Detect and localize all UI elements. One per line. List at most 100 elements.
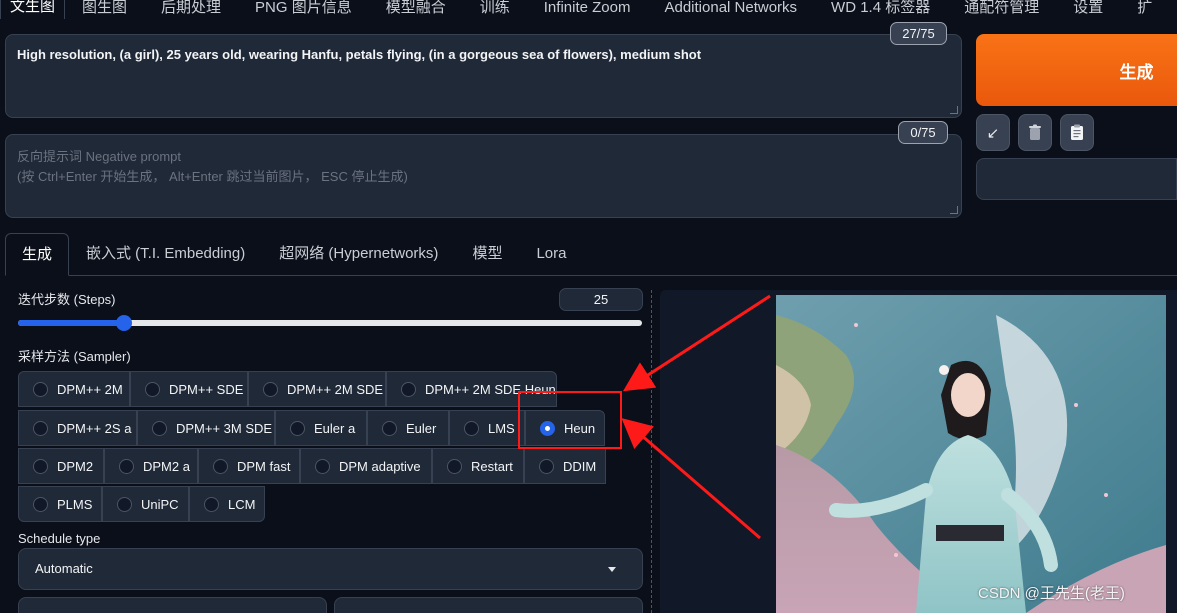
- tab-generation[interactable]: 生成: [5, 233, 70, 276]
- tab-train[interactable]: 训练: [463, 0, 527, 18]
- prompt-textarea[interactable]: High resolution, (a girl), 25 years old,…: [5, 34, 962, 118]
- sampler-option-label: DDIM: [563, 458, 597, 474]
- tab-settings[interactable]: 设置: [1056, 0, 1120, 18]
- radio-icon: [204, 496, 219, 512]
- sampler-option[interactable]: PLMS: [18, 486, 102, 522]
- sampler-option[interactable]: Restart: [432, 448, 524, 484]
- steps-slider[interactable]: [18, 315, 642, 331]
- steps-number-input[interactable]: 25: [559, 288, 643, 311]
- schedule-type-value: Automatic: [35, 561, 93, 576]
- tab-infinite-zoom[interactable]: Infinite Zoom: [527, 0, 648, 18]
- styles-dropdown[interactable]: [976, 158, 1177, 200]
- sampler-option-label: DPM2: [57, 458, 94, 474]
- tab-txt2img[interactable]: 文生图: [0, 0, 66, 19]
- tab-wd-tagger[interactable]: WD 1.4 标签器: [814, 0, 947, 18]
- sampler-option[interactable]: DDIM: [524, 448, 606, 484]
- sampler-option[interactable]: DPM fast: [198, 448, 300, 484]
- clipboard-icon: [1071, 124, 1083, 140]
- sampler-option[interactable]: DPM adaptive: [300, 448, 432, 484]
- apply-style-button[interactable]: ↙: [976, 114, 1010, 151]
- radio-icon: [117, 496, 132, 512]
- generated-image[interactable]: [776, 295, 1166, 613]
- sampler-option-label: DPM++ 2M: [57, 381, 123, 397]
- sampler-option[interactable]: DPM++ 2M SDE: [248, 371, 386, 407]
- steps-slider-thumb[interactable]: [116, 315, 133, 331]
- schedule-type-label: Schedule type: [18, 531, 101, 546]
- steps-slider-fill: [18, 320, 125, 326]
- sampler-option-label: DPM adaptive: [339, 458, 421, 474]
- sampler-option[interactable]: DPM2: [18, 448, 104, 484]
- negative-token-counter: 0/75: [898, 121, 948, 144]
- sampler-label: 采样方法 (Sampler): [18, 349, 131, 364]
- radio-icon: [263, 381, 278, 397]
- radio-icon: [539, 458, 554, 474]
- radio-icon: [401, 381, 416, 397]
- sampler-option[interactable]: LMS: [449, 410, 525, 446]
- sampler-option[interactable]: Euler a: [275, 410, 367, 446]
- sampler-option-label: DPM fast: [237, 458, 291, 474]
- radio-icon: [290, 420, 305, 436]
- radio-icon: [33, 458, 48, 474]
- generated-image-art: [776, 295, 1166, 613]
- radio-icon: [33, 496, 48, 512]
- tab-hypernetworks[interactable]: 超网络 (Hypernetworks): [262, 233, 455, 275]
- negative-placeholder-2: (按 Ctrl+Enter 开始生成， Alt+Enter 跳过当前图片， ES…: [17, 169, 408, 184]
- schedule-type-dropdown[interactable]: Automatic: [18, 548, 643, 590]
- tab-wildcards[interactable]: 通配符管理: [947, 0, 1056, 18]
- watermark: CSDN @王先生(老王): [978, 585, 1125, 602]
- sampler-option-label: LMS: [488, 420, 515, 436]
- sampler-option-label: LCM: [228, 496, 256, 512]
- paste-button[interactable]: [1060, 114, 1094, 151]
- radio-icon: [382, 420, 397, 436]
- resize-handle[interactable]: [950, 206, 958, 214]
- tab-additional-networks[interactable]: Additional Networks: [647, 0, 814, 18]
- sampler-option-label: Restart: [471, 458, 513, 474]
- sampler-option-label: Euler a: [314, 420, 356, 436]
- tab-textual-inversion[interactable]: 嵌入式 (T.I. Embedding): [69, 233, 262, 275]
- sampler-option[interactable]: DPM++ SDE: [130, 371, 248, 407]
- radio-icon: [213, 458, 228, 474]
- sampler-option-label: UniPC: [141, 496, 179, 512]
- arrow-down-left-icon: ↙: [986, 124, 1000, 142]
- resize-handle[interactable]: [950, 106, 958, 114]
- tab-extras[interactable]: 后期处理: [144, 0, 238, 18]
- sampler-option[interactable]: Euler: [367, 410, 449, 446]
- radio-icon: [119, 458, 134, 474]
- top-tab-bar: 文生图 图生图 后期处理 PNG 图片信息 模型融合 训练 Infinite Z…: [0, 0, 1177, 20]
- negative-placeholder-1: 反向提示词 Negative prompt: [17, 149, 181, 164]
- prompt-text: High resolution, (a girl), 25 years old,…: [17, 47, 702, 62]
- tab-img2img[interactable]: 图生图: [65, 0, 144, 18]
- sampler-option-label: Euler: [406, 420, 437, 436]
- sampler-option-label: DPM++ SDE: [169, 381, 244, 397]
- negative-prompt-textarea[interactable]: 反向提示词 Negative prompt (按 Ctrl+Enter 开始生成…: [5, 134, 962, 218]
- sampler-option-label: PLMS: [57, 496, 93, 512]
- panel-divider: [651, 290, 652, 613]
- highlight-box: [518, 391, 622, 449]
- radio-icon: [145, 381, 160, 397]
- radio-icon: [447, 458, 462, 474]
- sampler-option[interactable]: LCM: [189, 486, 265, 522]
- tab-lora[interactable]: Lora: [519, 233, 583, 275]
- sampler-option[interactable]: DPM++ 2S a: [18, 410, 137, 446]
- tab-extensions[interactable]: 扩: [1120, 0, 1169, 18]
- steps-label: 迭代步数 (Steps): [18, 292, 116, 307]
- clear-prompt-button[interactable]: [1018, 114, 1052, 151]
- trash-icon: [1029, 124, 1041, 140]
- radio-icon: [33, 381, 48, 397]
- sampler-option[interactable]: DPM++ 3M SDE: [137, 410, 275, 446]
- sampler-option-label: DPM++ 3M SDE: [176, 420, 273, 436]
- sampler-option-label: DPM2 a: [143, 458, 190, 474]
- sampler-option[interactable]: DPM2 a: [104, 448, 198, 484]
- sampler-option-label: DPM++ 2S a: [57, 420, 132, 436]
- sampler-option[interactable]: UniPC: [102, 486, 189, 522]
- refiner-accordion[interactable]: [334, 597, 643, 613]
- tab-checkpoint-merger[interactable]: 模型融合: [369, 0, 463, 18]
- tab-png-info[interactable]: PNG 图片信息: [238, 0, 369, 18]
- sampler-option-label: DPM++ 2M SDE: [287, 381, 384, 397]
- sampler-option[interactable]: DPM++ 2M: [18, 371, 130, 407]
- radio-icon: [315, 458, 330, 474]
- radio-icon: [464, 420, 479, 436]
- tab-checkpoints[interactable]: 模型: [455, 233, 519, 275]
- generate-button[interactable]: 生成: [976, 34, 1177, 106]
- hires-fix-accordion[interactable]: [18, 597, 327, 613]
